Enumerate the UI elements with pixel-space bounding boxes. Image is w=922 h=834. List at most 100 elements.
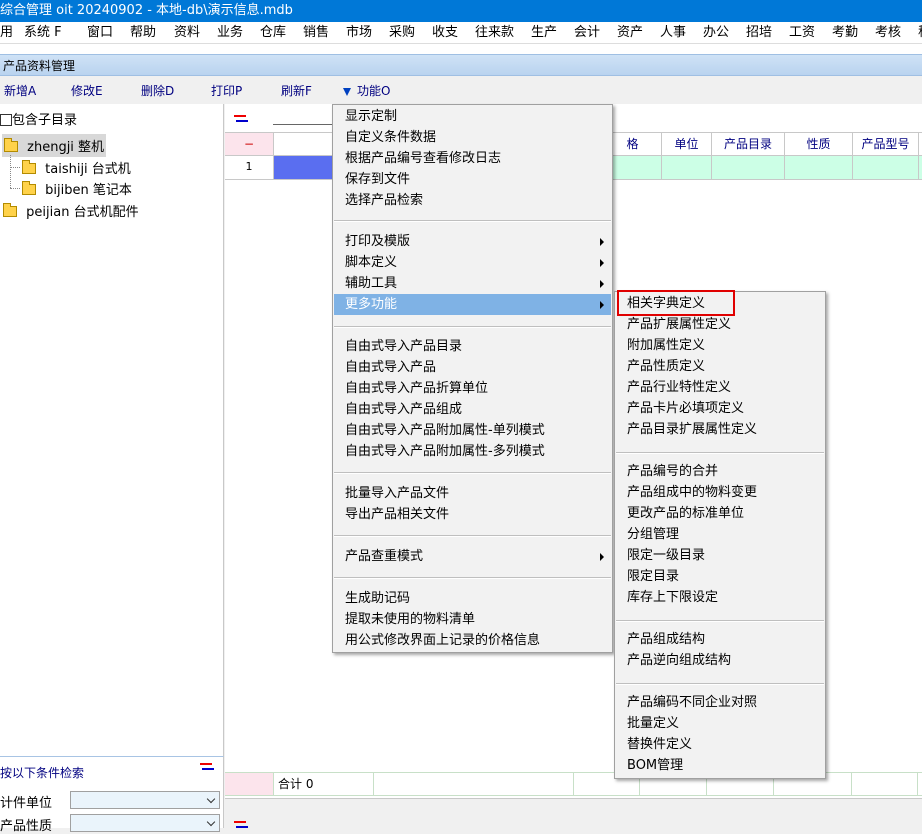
menu-item-assets[interactable]: 资产 bbox=[617, 22, 643, 43]
highlight-box bbox=[617, 290, 735, 316]
menu-item[interactable]: 打印及模版 bbox=[334, 231, 611, 252]
menu-item-business[interactable]: 业务 bbox=[217, 22, 243, 43]
submenu-item[interactable]: 产品组成中的物料变更 bbox=[616, 482, 824, 503]
menu-item-data[interactable]: 资料 bbox=[174, 22, 200, 43]
swap-icon[interactable] bbox=[234, 820, 248, 830]
menu-item[interactable]: 保存到文件 bbox=[334, 169, 611, 190]
menu-separator bbox=[616, 683, 824, 685]
menu-item-assessment[interactable]: 考核 bbox=[875, 22, 901, 43]
grid-cell-selected[interactable] bbox=[274, 156, 334, 180]
menu-item-market[interactable]: 市场 bbox=[346, 22, 372, 43]
submenu-item[interactable]: 库存上下限设定 bbox=[616, 587, 824, 608]
menu-item[interactable]: 自由式导入产品附加属性-单列模式 bbox=[334, 420, 611, 441]
grid-cell[interactable] bbox=[785, 156, 853, 180]
row-number[interactable]: 1 bbox=[225, 156, 274, 180]
menu-item[interactable]: 自由式导入产品目录 bbox=[334, 336, 611, 357]
grid-header-unit[interactable]: 单位 bbox=[662, 132, 712, 156]
submenu-item[interactable]: 产品行业特性定义 bbox=[616, 377, 824, 398]
delete-button[interactable]: 删除D bbox=[141, 82, 174, 99]
menu-item-purchase[interactable]: 采购 bbox=[389, 22, 415, 43]
grid-header-nature[interactable]: 性质 bbox=[785, 132, 853, 156]
menu-item[interactable]: 根据产品编号查看修改日志 bbox=[334, 148, 611, 169]
menu-item[interactable]: 选择产品检索 bbox=[334, 190, 611, 211]
menu-item-production[interactable]: 生产 bbox=[531, 22, 557, 43]
menu-item[interactable]: 产品查重模式 bbox=[334, 546, 611, 567]
tree-node-peijian[interactable]: peijian 台式机配件 bbox=[3, 201, 139, 220]
menu-item-window[interactable]: 窗口 bbox=[87, 22, 113, 43]
submenu-arrow-icon bbox=[600, 280, 604, 288]
tree-node-bijiben[interactable]: bijiben 笔记本 bbox=[22, 179, 132, 198]
tab-product-management[interactable]: 产品资料管理 bbox=[0, 54, 922, 76]
menu-item[interactable]: 用 bbox=[0, 22, 13, 43]
include-subdir-checkbox[interactable]: 包含子目录 bbox=[0, 109, 77, 128]
submenu-item[interactable]: 产品编码不同企业对照 bbox=[616, 692, 824, 713]
unit-select[interactable] bbox=[70, 791, 220, 809]
menu-item-sales[interactable]: 销售 bbox=[303, 22, 329, 43]
menu-item[interactable]: 提取未使用的物料清单 bbox=[334, 609, 611, 630]
submenu-item[interactable]: 产品组成结构 bbox=[616, 629, 824, 650]
grid-cell[interactable] bbox=[853, 156, 919, 180]
edit-button[interactable]: 修改E bbox=[71, 82, 103, 99]
grid-header-model[interactable]: 产品型号 bbox=[853, 132, 919, 156]
submenu-item[interactable]: 产品目录扩展属性定义 bbox=[616, 419, 824, 440]
submenu-item[interactable]: 产品逆向组成结构 bbox=[616, 650, 824, 671]
menu-item[interactable]: 自由式导入产品组成 bbox=[334, 399, 611, 420]
submenu-item[interactable]: 产品编号的合并 bbox=[616, 461, 824, 482]
submenu-item[interactable]: 替换件定义 bbox=[616, 734, 824, 755]
grid-cell[interactable] bbox=[662, 156, 712, 180]
menu-item[interactable]: 自由式导入产品附加属性-多列模式 bbox=[334, 441, 611, 462]
submenu-item[interactable]: 批量定义 bbox=[616, 713, 824, 734]
menu-item-more[interactable]: 称 bbox=[918, 22, 922, 43]
refresh-button[interactable]: 刷新F bbox=[281, 82, 312, 99]
down-arrow-icon bbox=[343, 88, 351, 96]
menu-item-hr[interactable]: 人事 bbox=[660, 22, 686, 43]
menu-item-accounts[interactable]: 往来款 bbox=[475, 22, 514, 43]
submenu-item[interactable]: 产品性质定义 bbox=[616, 356, 824, 377]
submenu-item[interactable]: 限定目录 bbox=[616, 566, 824, 587]
nature-select[interactable] bbox=[70, 814, 220, 832]
submenu-item[interactable]: 分组管理 bbox=[616, 524, 824, 545]
grid-header-catalog[interactable]: 产品目录 bbox=[712, 132, 785, 156]
add-button[interactable]: 新增A bbox=[4, 82, 36, 99]
function-label: 功能O bbox=[357, 84, 391, 98]
menu-item-salary[interactable]: 工资 bbox=[789, 22, 815, 43]
menu-item[interactable]: 用公式修改界面上记录的价格信息 bbox=[334, 630, 611, 651]
submenu-item[interactable]: 产品扩展属性定义 bbox=[616, 314, 824, 335]
print-button[interactable]: 打印P bbox=[211, 82, 242, 99]
menu-item[interactable]: 更多功能 bbox=[334, 294, 611, 315]
window-title: 综合管理 oit 20240902 - 本地-db\演示信息.mdb bbox=[0, 0, 922, 22]
menu-item[interactable]: 显示定制 bbox=[334, 106, 611, 127]
menu-item-warehouse[interactable]: 仓库 bbox=[260, 22, 286, 43]
menu-item[interactable]: 自由式导入产品 bbox=[334, 357, 611, 378]
menu-item[interactable]: 批量导入产品文件 bbox=[334, 483, 611, 504]
menu-item-recruit[interactable]: 招培 bbox=[746, 22, 772, 43]
menu-separator bbox=[334, 577, 611, 579]
submenu-item[interactable]: 更改产品的标准单位 bbox=[616, 503, 824, 524]
grid-cell[interactable] bbox=[712, 156, 785, 180]
checkbox-icon bbox=[0, 114, 12, 126]
tree-node-taishiji[interactable]: taishiji 台式机 bbox=[22, 158, 131, 177]
function-button[interactable]: 功能O bbox=[343, 82, 390, 99]
menu-item[interactable]: 导出产品相关文件 bbox=[334, 504, 611, 525]
menu-item-finance[interactable]: 收支 bbox=[432, 22, 458, 43]
menu-item[interactable]: 辅助工具 bbox=[334, 273, 611, 294]
menu-item[interactable]: 自由式导入产品折算单位 bbox=[334, 378, 611, 399]
menu-item-help[interactable]: 帮助 bbox=[130, 22, 156, 43]
submenu-item[interactable]: 产品卡片必填项定义 bbox=[616, 398, 824, 419]
menu-item-accounting[interactable]: 会计 bbox=[574, 22, 600, 43]
submenu-item[interactable]: 限定一级目录 bbox=[616, 545, 824, 566]
submenu-arrow-icon bbox=[600, 301, 604, 309]
submenu-item[interactable]: BOM管理 bbox=[616, 755, 824, 776]
menu-item[interactable]: 自定义条件数据 bbox=[334, 127, 611, 148]
menu-item-system[interactable]: 系统 F bbox=[24, 22, 62, 43]
menu-item-attendance[interactable]: 考勤 bbox=[832, 22, 858, 43]
menu-item[interactable]: 生成助记码 bbox=[334, 588, 611, 609]
submenu-item[interactable]: 附加属性定义 bbox=[616, 335, 824, 356]
swap-icon[interactable] bbox=[200, 762, 214, 772]
folder-icon bbox=[22, 160, 36, 174]
tree-node-zhengji[interactable]: zhengji 整机 bbox=[2, 134, 107, 157]
swap-icon[interactable] bbox=[234, 114, 248, 124]
grid-corner[interactable]: − bbox=[225, 132, 274, 156]
menu-item[interactable]: 脚本定义 bbox=[334, 252, 611, 273]
menu-item-office[interactable]: 办公 bbox=[703, 22, 729, 43]
